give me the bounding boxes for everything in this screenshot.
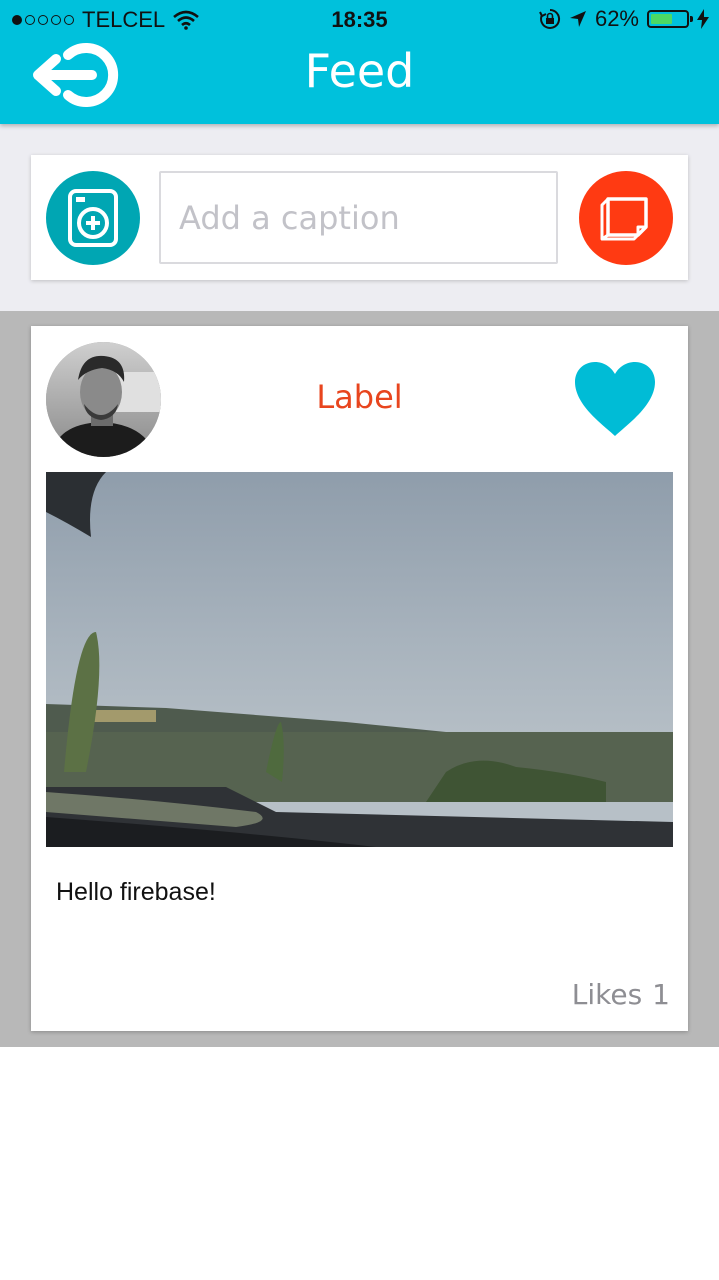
page-title: Feed <box>304 44 415 98</box>
post-photo <box>46 472 673 847</box>
feed-list: Label Hello firebase! Likes 1 <box>0 311 719 1047</box>
caption-input[interactable] <box>159 171 558 264</box>
location-arrow-icon <box>569 11 586 27</box>
likes-count: Likes 1 <box>572 978 670 1011</box>
likes-number: 1 <box>652 978 670 1011</box>
compose-card <box>31 155 688 280</box>
status-bar: TELCEL 18:35 62% <box>0 0 719 40</box>
post-text: Hello firebase! <box>56 878 216 906</box>
post-card: Label Hello firebase! Likes 1 <box>31 326 688 1031</box>
compose-area <box>0 124 719 311</box>
navigation-bar: TELCEL 18:35 62% Feed <box>0 0 719 124</box>
rotation-lock-icon <box>539 8 560 29</box>
likes-label: Likes <box>571 978 643 1011</box>
post-button[interactable] <box>579 171 673 265</box>
charging-bolt-icon <box>697 9 709 29</box>
camera-add-icon <box>68 189 118 247</box>
battery-icon <box>647 10 693 28</box>
camera-button[interactable] <box>46 171 140 265</box>
battery-percent: 62% <box>594 6 639 31</box>
heart-icon <box>575 362 655 436</box>
like-button[interactable] <box>573 360 657 438</box>
note-icon <box>600 197 648 241</box>
